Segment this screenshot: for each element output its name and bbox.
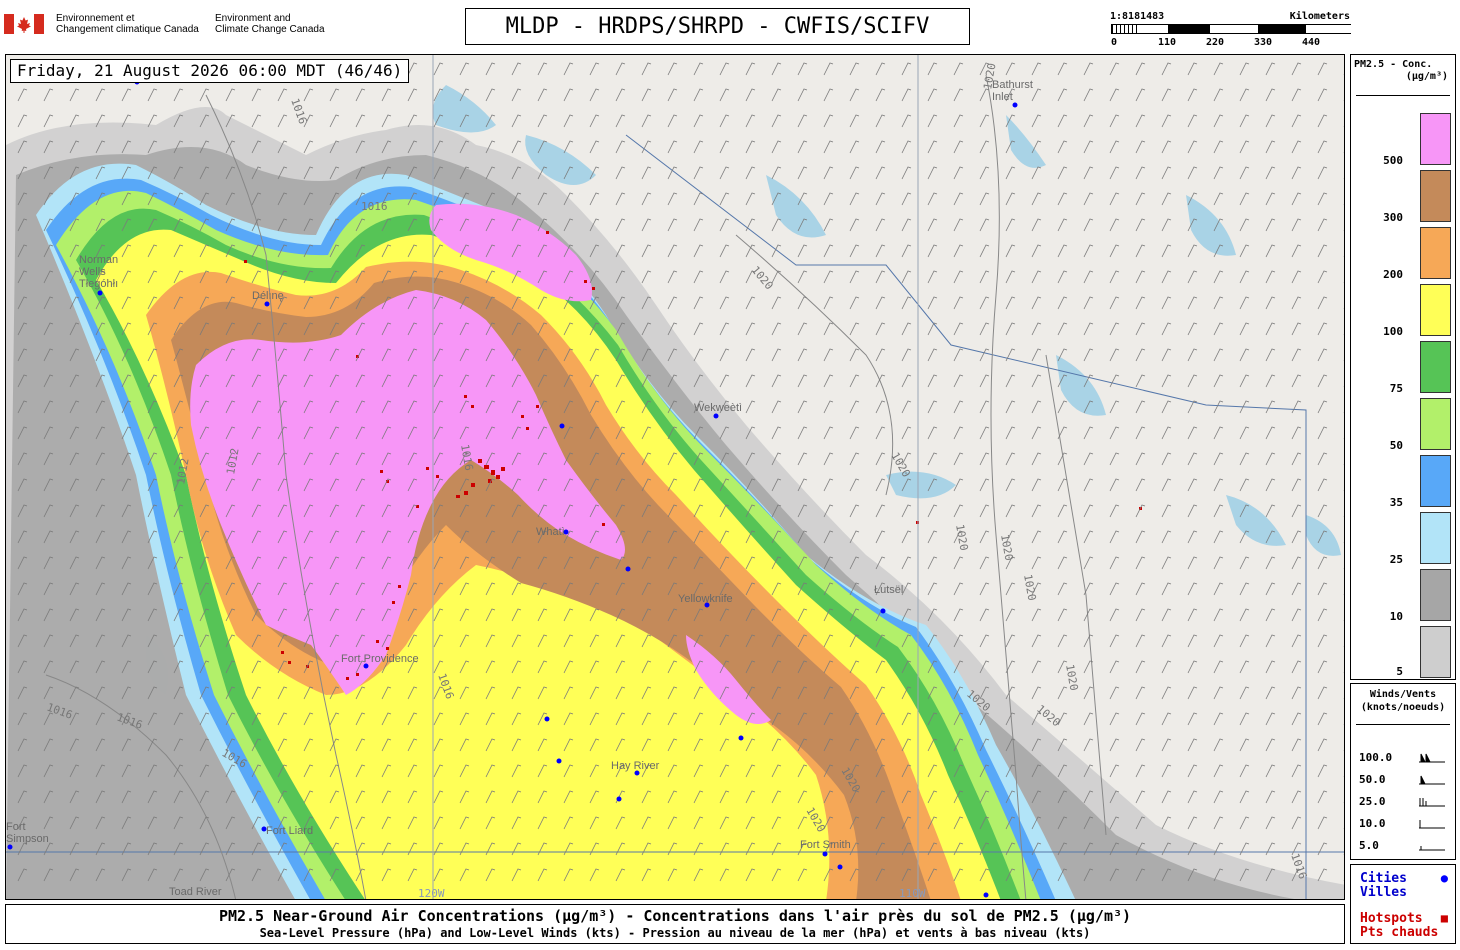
caption-line2: Sea-Level Pressure (hPa) and Low-Level W… bbox=[259, 926, 1091, 940]
wind-legend-row: 10.0 bbox=[1359, 817, 1449, 831]
wind-legend-row: 5.0 bbox=[1359, 839, 1449, 853]
wind-legend-row: 50.0 bbox=[1359, 773, 1449, 787]
department-name-fr: Environnement et Changement climatique C… bbox=[56, 13, 199, 35]
city-label: Fort Smith bbox=[800, 839, 851, 851]
wind-speed-label: 50.0 bbox=[1359, 773, 1386, 786]
legend-swatch bbox=[1420, 512, 1451, 564]
legend-level-label: 300 bbox=[1383, 211, 1403, 224]
city-label: Whatì bbox=[536, 526, 565, 538]
eccc-logo: Environnement et Changement climatique C… bbox=[4, 10, 344, 40]
city-label: Toad River bbox=[169, 886, 222, 898]
city-dot[interactable] bbox=[880, 608, 886, 614]
city-label: Fort Providence bbox=[341, 653, 419, 665]
legend-level-label: 25 bbox=[1389, 553, 1403, 566]
legend-swatch bbox=[1420, 227, 1451, 279]
legend-swatch bbox=[1420, 284, 1451, 336]
city-dot[interactable] bbox=[713, 413, 719, 419]
map-canvas[interactable]: 1016 1016 1012 1012 1016 1016 1016 1016 … bbox=[6, 55, 1345, 900]
legend-swatch bbox=[1420, 569, 1451, 621]
city-label: Fort Liard bbox=[266, 825, 313, 837]
scale-tick: 0 bbox=[1111, 37, 1118, 48]
legend-level-label: 10 bbox=[1389, 610, 1403, 623]
wind-barb-25-icon bbox=[1419, 798, 1445, 807]
legend-title-line2: (µg/m³) bbox=[1405, 71, 1448, 82]
wind-speed-label: 10.0 bbox=[1359, 817, 1386, 830]
legend-level-label: 200 bbox=[1383, 268, 1403, 281]
wind-legend-row: 100.0 bbox=[1359, 751, 1449, 765]
city-dot[interactable] bbox=[264, 301, 270, 307]
grid-label-110w: 110W bbox=[899, 887, 926, 900]
wind-speed-label: 25.0 bbox=[1359, 795, 1386, 808]
legend-level-label: 100 bbox=[1383, 325, 1403, 338]
canada-flag-icon bbox=[4, 14, 44, 34]
legend-level-label: 50 bbox=[1389, 439, 1403, 452]
cities-label-fr: Villes bbox=[1360, 885, 1407, 900]
city-dot[interactable] bbox=[97, 290, 103, 296]
cities-label-en: Cities bbox=[1360, 871, 1407, 886]
hotspot-square-icon: ■ bbox=[1440, 911, 1448, 925]
legend-level-label: 35 bbox=[1389, 496, 1403, 509]
scale-bar-graphic bbox=[1111, 24, 1352, 34]
legend-swatch bbox=[1420, 398, 1451, 450]
isobar-label: 1016 bbox=[361, 200, 388, 213]
caption-line1: PM2.5 Near-Ground Air Concentrations (µg… bbox=[218, 907, 1132, 925]
legend-title-line1: PM2.5 - Conc. bbox=[1354, 59, 1433, 70]
map-panel[interactable]: 1016 1016 1012 1012 1016 1016 1016 1016 … bbox=[5, 54, 1345, 900]
wind-speed-label: 100.0 bbox=[1359, 751, 1393, 764]
wind-legend-row: 25.0 bbox=[1359, 795, 1449, 809]
city-label: Łutsël bbox=[874, 584, 903, 596]
wind-barb-10-icon bbox=[1419, 820, 1445, 829]
legend-level-label: 500 bbox=[1383, 154, 1403, 167]
legend-swatch bbox=[1420, 341, 1451, 393]
city-dot-icon: ● bbox=[1440, 871, 1448, 885]
legend-swatch bbox=[1420, 113, 1451, 165]
legend-title: PM2.5 - Conc. (µg/m³) bbox=[1354, 59, 1454, 83]
scale-tick: 220 bbox=[1206, 37, 1225, 48]
city-label: Yellowknife bbox=[678, 593, 733, 605]
city-label: Délınę bbox=[252, 290, 284, 302]
department-name-en: Environment and Climate Change Canada bbox=[215, 13, 325, 35]
scale-tick: 110 bbox=[1158, 37, 1177, 48]
concentration-legend: PM2.5 - Conc. (µg/m³) 500 300 200 100 75… bbox=[1350, 54, 1456, 680]
legend-level-label: 75 bbox=[1389, 382, 1403, 395]
scale-tick: 330 bbox=[1254, 37, 1273, 48]
scale-ratio: 1:8181483 bbox=[1110, 11, 1165, 22]
legend-swatch bbox=[1420, 455, 1451, 507]
scale-unit: Kilometers bbox=[1289, 11, 1350, 22]
points-legend: Cities ● Villes Hotspots ■ Pts chauds bbox=[1350, 864, 1456, 944]
scale-bar: 1:8181483 Kilometers 0 110 220 330 440 bbox=[1108, 10, 1352, 50]
hotspots-label-fr: Pts chauds bbox=[1360, 925, 1439, 940]
city-label: Wekweètì bbox=[694, 402, 742, 414]
wind-barb-5-icon bbox=[1419, 846, 1445, 851]
legend-swatch bbox=[1420, 626, 1451, 678]
forecast-timestamp: Friday, 21 August 2026 06:00 MDT (46/46) bbox=[10, 59, 410, 83]
wind-barb-100-icon bbox=[1419, 753, 1445, 763]
wind-speed-label: 5.0 bbox=[1359, 839, 1379, 852]
map-caption: PM2.5 Near-Ground Air Concentrations (µg… bbox=[5, 904, 1345, 944]
grid-label-120w: 120W bbox=[418, 887, 445, 900]
city-dot[interactable] bbox=[822, 851, 828, 857]
legend-level-label: 5 bbox=[1396, 665, 1403, 678]
legend-swatch bbox=[1420, 170, 1451, 222]
wind-legend: Winds/Vents (knots/noeuds) 100.0 50.0 25… bbox=[1350, 683, 1456, 860]
hotspots-label-en: Hotspots bbox=[1360, 911, 1423, 926]
wind-legend-title: Winds/Vents bbox=[1369, 689, 1437, 700]
scale-tick: 440 bbox=[1302, 37, 1321, 48]
wind-legend-subtitle: (knots/noeuds) bbox=[1360, 702, 1446, 713]
wind-barb-50-icon bbox=[1419, 775, 1445, 785]
product-title: MLDP - HRDPS/SHRPD - CWFIS/SCIFV bbox=[465, 8, 970, 45]
city-label: Hay River bbox=[611, 760, 660, 772]
city-dot[interactable] bbox=[1012, 102, 1018, 108]
